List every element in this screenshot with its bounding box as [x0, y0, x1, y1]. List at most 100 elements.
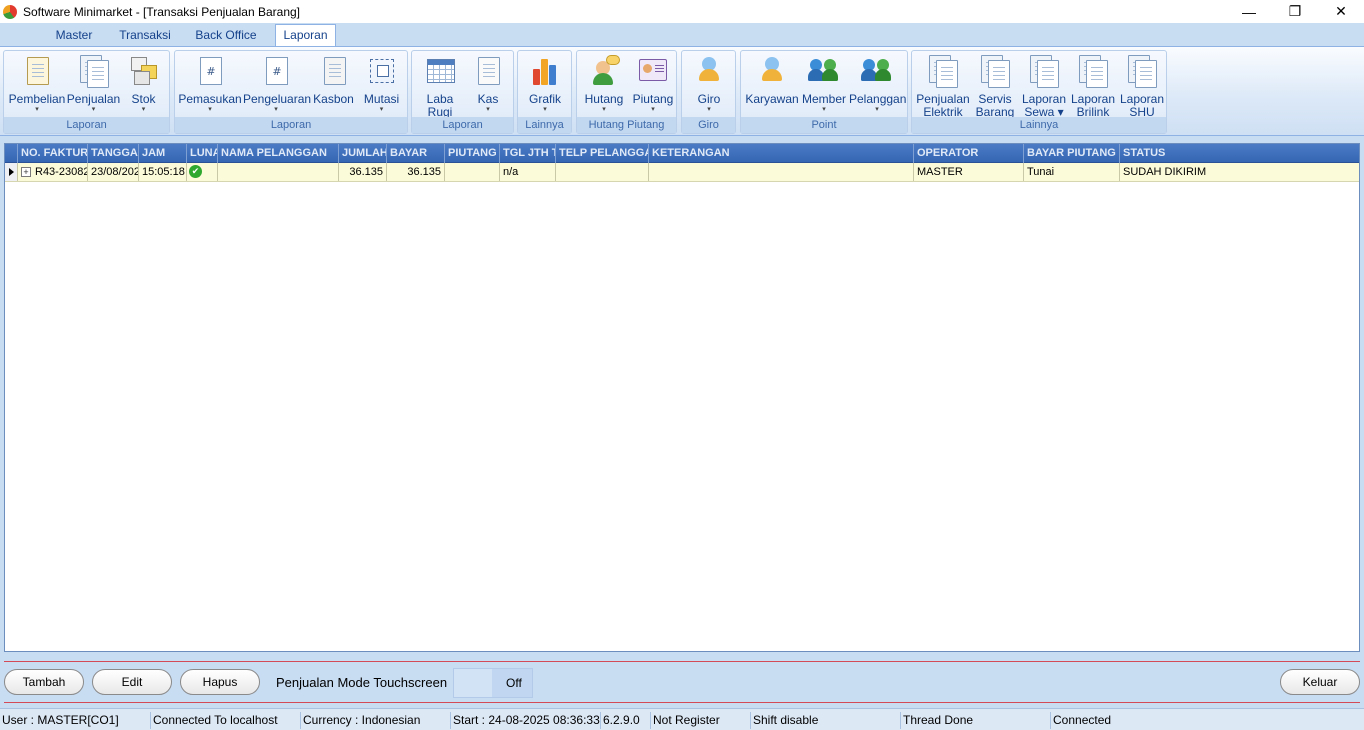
member-button[interactable]: Member ▾ [801, 53, 847, 117]
cell-tgl-jth-tempo[interactable]: n/a [500, 163, 556, 181]
chevron-down-icon: ▾ [875, 106, 879, 113]
chevron-down-icon: ▾ [91, 106, 96, 113]
laporan-sewa-button[interactable]: Laporan Sewa ▾ [1020, 53, 1068, 119]
col-no-faktur[interactable]: NO. FAKTUR [18, 144, 88, 163]
ribbon: Pembelian ▾ Penjualan ▾ Stok ▾ Laporan #… [0, 46, 1364, 136]
minimize-button[interactable]: — [1226, 0, 1272, 23]
cell-keterangan[interactable] [649, 163, 914, 181]
chevron-down-icon: ▾ [379, 106, 384, 113]
kasbon-button[interactable]: Kasbon [310, 53, 357, 117]
chevron-down-icon: ▾ [822, 106, 826, 113]
pengeluaran-button[interactable]: # Pengeluaran ▾ [243, 53, 311, 117]
cell-status[interactable]: SUDAH DIKIRIM [1120, 163, 1359, 181]
row-selector-icon [5, 163, 18, 181]
edit-button[interactable]: Edit [92, 669, 172, 695]
col-jumlah[interactable]: JUMLAH [339, 144, 387, 163]
tab-laporan[interactable]: Laporan [275, 24, 336, 47]
chevron-down-icon: ▾ [602, 106, 606, 113]
pengeluaran-icon: # [260, 55, 292, 87]
pelanggan-button[interactable]: Pelanggan ▾ [849, 53, 906, 117]
laporan-shu-button[interactable]: Laporan SHU [1118, 53, 1166, 119]
col-operator[interactable]: OPERATOR [914, 144, 1024, 163]
pemasukan-button[interactable]: # Pemasukan ▾ [178, 53, 242, 117]
status-shift: Shift disable [750, 712, 900, 729]
cell-nama-pelanggan[interactable] [218, 163, 339, 181]
ribbon-group-hutang-piutang: Hutang ▾ Piutang ▾ Hutang Piutang [576, 50, 677, 134]
karyawan-button[interactable]: Karyawan [744, 53, 800, 117]
col-piutang[interactable]: PIUTANG [445, 144, 500, 163]
hutang-button[interactable]: Hutang ▾ [579, 53, 629, 117]
grafik-button[interactable]: Grafik ▾ [522, 53, 568, 117]
col-nama-pelanggan[interactable]: NAMA PELANGGAN [218, 144, 339, 163]
giro-icon [693, 55, 725, 87]
laporan-brilink-button[interactable]: Laporan Brilink [1069, 53, 1117, 119]
chevron-down-icon: ▾ [707, 106, 711, 113]
karyawan-icon [756, 55, 788, 87]
tab-transaksi[interactable]: Transaksi [110, 25, 180, 46]
laba-rugi-button[interactable]: Laba Rugi [416, 53, 464, 119]
col-jam[interactable]: JAM [139, 144, 187, 163]
giro-button[interactable]: Giro ▾ [686, 53, 732, 117]
stok-button[interactable]: Stok ▾ [121, 53, 166, 117]
penjualan-icon [78, 55, 110, 88]
tab-master[interactable]: Master [44, 25, 104, 46]
stok-icon [128, 55, 160, 87]
keluar-button[interactable]: Keluar [1280, 669, 1360, 695]
grid-header: NO. FAKTUR TANGGAL JAM LUNAS NAMA PELANG… [5, 144, 1359, 163]
chevron-down-icon: ▾ [141, 106, 146, 113]
transactions-grid[interactable]: NO. FAKTUR TANGGAL JAM LUNAS NAMA PELANG… [4, 143, 1360, 652]
tab-back-office[interactable]: Back Office [186, 25, 266, 46]
bar-chart-icon [529, 55, 561, 87]
toggle-state-label: Off [506, 676, 522, 690]
col-telp-pelanggan[interactable]: TELP PELANGGAN [556, 144, 649, 163]
hapus-button[interactable]: Hapus [180, 669, 260, 695]
ribbon-group-label: Hutang Piutang [577, 117, 676, 133]
kas-button[interactable]: Kas ▾ [466, 53, 510, 117]
chevron-down-icon: ▾ [35, 106, 39, 113]
ribbon-group-label: Laporan [175, 117, 407, 133]
cell-piutang[interactable] [445, 163, 500, 181]
chevron-down-icon: ▾ [208, 106, 212, 113]
cell-telp-pelanggan[interactable] [556, 163, 649, 181]
status-start-time: Start : 24-08-2025 08:36:33 [450, 712, 600, 729]
cell-tanggal[interactable]: 23/08/2025 [88, 163, 139, 181]
penjualan-elektrik-button[interactable]: Penjualan Elektrik [916, 53, 970, 119]
status-user: User : MASTER[CO1] [2, 713, 119, 727]
cell-jam[interactable]: 15:05:18 [139, 163, 187, 181]
col-tanggal[interactable]: TANGGAL [88, 144, 139, 163]
mutasi-button[interactable]: Mutasi ▾ [359, 53, 404, 117]
cell-bayar[interactable]: 36.135 [387, 163, 445, 181]
ribbon-group-label: Point [741, 117, 907, 133]
col-bayar-piutang[interactable]: BAYAR PIUTANG [1024, 144, 1120, 163]
col-keterangan[interactable]: KETERANGAN [649, 144, 914, 163]
ribbon-group-lainnya-1: Grafik ▾ Lainnya [517, 50, 572, 134]
col-status[interactable]: STATUS [1120, 144, 1359, 163]
touchscreen-toggle[interactable]: Off [453, 668, 533, 698]
status-thread: Thread Done [900, 712, 1050, 729]
cell-jumlah[interactable]: 36.135 [339, 163, 387, 181]
toggle-knob [454, 669, 492, 697]
cell-operator[interactable]: MASTER [914, 163, 1024, 181]
piutang-button[interactable]: Piutang ▾ [630, 53, 676, 117]
pembelian-button[interactable]: Pembelian ▾ [6, 53, 68, 117]
ribbon-group-laporan-3: Laba Rugi Kas ▾ Laporan [411, 50, 514, 134]
pemasukan-icon: # [194, 55, 226, 87]
document-icon [979, 55, 1011, 88]
restore-button[interactable]: ❐ [1272, 0, 1318, 23]
cell-bayar-piutang[interactable]: Tunai [1024, 163, 1120, 181]
table-row[interactable]: + R43-230825 23/08/2025 15:05:18 ✔ 36.13… [5, 163, 1359, 182]
cell-lunas[interactable]: ✔ [187, 163, 218, 181]
close-button[interactable]: ✕ [1318, 0, 1364, 23]
col-tgl-jth-tempo[interactable]: TGL JTH TEMPO [500, 144, 556, 163]
tambah-button[interactable]: Tambah [4, 669, 84, 695]
document-icon [1028, 55, 1060, 88]
penjualan-button[interactable]: Penjualan ▾ [66, 53, 121, 117]
col-lunas[interactable]: LUNAS [187, 144, 218, 163]
row-indicator-header [5, 144, 18, 163]
status-version: 6.2.9.0 [600, 712, 650, 729]
expand-icon[interactable]: + [21, 167, 31, 177]
cell-no-faktur[interactable]: + R43-230825 [18, 163, 88, 181]
col-bayar[interactable]: BAYAR [387, 144, 445, 163]
ribbon-group-label: Laporan [412, 117, 513, 133]
servis-barang-button[interactable]: Servis Barang ▾ [971, 53, 1019, 132]
